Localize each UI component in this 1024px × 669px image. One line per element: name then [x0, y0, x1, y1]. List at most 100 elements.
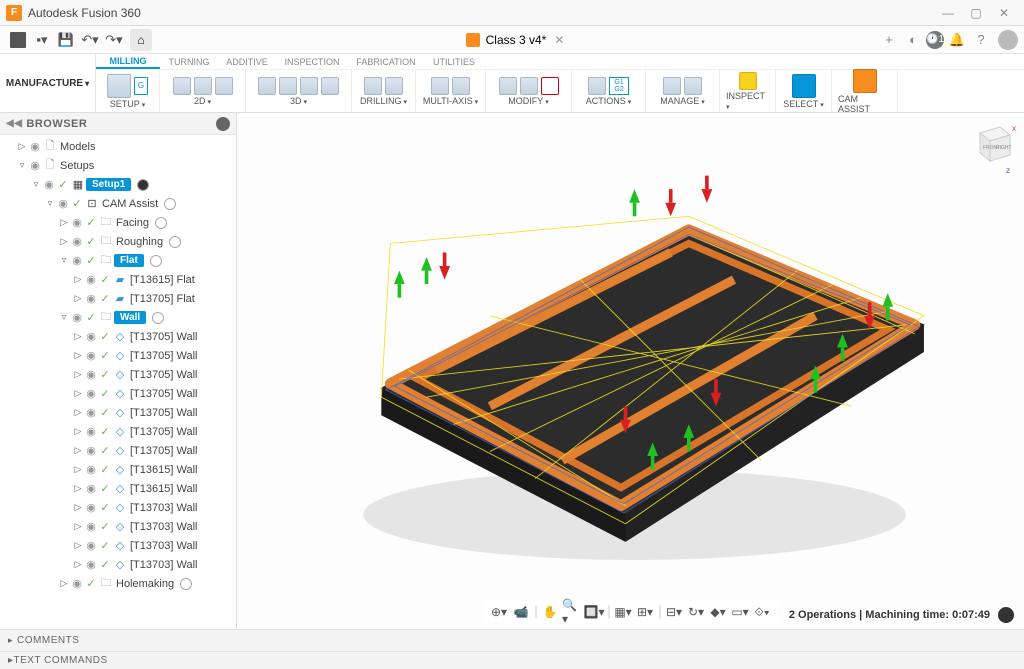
workspace-switcher[interactable]: MANUFACTURE [0, 54, 96, 112]
group-setup[interactable]: G SETUP [96, 70, 160, 112]
inspect-label: INSPECT [726, 91, 769, 111]
orbit-icon[interactable]: ⊕▾ [489, 603, 509, 621]
svg-text:z: z [1006, 166, 1010, 175]
tree-wall-op[interactable]: ▷◉✓◇[T13705] Wall [0, 346, 236, 365]
group-select[interactable]: SELECT [776, 70, 832, 112]
tab-milling[interactable]: MILLING [96, 54, 160, 69]
quick-access-toolbar: ▪▾ 💾 ↶▾ ↷▾ ⌂ Class 3 v4* ✕ + ◐ 🕐1 🔔 ? [0, 26, 1024, 54]
setup-label: SETUP [110, 99, 145, 109]
tree-flat-op[interactable]: ▷◉✓▰[T13615] Flat [0, 270, 236, 289]
tree-holemaking[interactable]: ▷◉✓🗀Holemaking [0, 574, 236, 593]
save-button[interactable]: 💾 [54, 29, 78, 51]
3d-label: 3D [290, 96, 307, 106]
browser-settings-icon[interactable] [216, 117, 230, 131]
tab-inspection[interactable]: INSPECTION [276, 54, 348, 69]
tree-flat-op[interactable]: ▷◉✓▰[T13705] Flat [0, 289, 236, 308]
tree-wall-op[interactable]: ▷◉✓◇[T13705] Wall [0, 441, 236, 460]
fit-icon[interactable]: 🔲▾ [584, 603, 604, 621]
minimize-button[interactable]: — [934, 3, 962, 23]
lookAt-icon[interactable]: 📹 [511, 603, 531, 621]
tree-setups[interactable]: ▿◉🗋Setups [0, 156, 236, 175]
extensions-icon[interactable]: ◐ [902, 29, 924, 51]
tree-wall-op[interactable]: ▷◉✓◇[T13705] Wall [0, 384, 236, 403]
group-2d[interactable]: 2D [160, 70, 246, 112]
group-inspect[interactable]: INSPECT [720, 70, 776, 112]
undo-button[interactable]: ↶▾ [78, 29, 102, 51]
expand-icon[interactable]: ▸ [8, 635, 13, 646]
camassist-label: CAM ASSIST [838, 94, 891, 114]
tree-roughing[interactable]: ▷◉✓🗀Roughing [0, 232, 236, 251]
viewport-icon[interactable]: ⊟▾ [664, 603, 684, 621]
svg-text:x: x [1012, 124, 1016, 133]
notifications-icon[interactable]: 🔔 [946, 29, 968, 51]
tree-flat[interactable]: ▿◉✓🗀Flat [0, 251, 236, 270]
home-button[interactable]: ⌂ [130, 29, 152, 51]
clip-icon[interactable]: ▭▾ [730, 603, 750, 621]
group-modify[interactable]: MODIFY [486, 70, 572, 112]
tree-facing[interactable]: ▷◉✓🗀Facing [0, 213, 236, 232]
textcmd-label: TEXT COMMANDS [14, 655, 108, 666]
tree-setup1[interactable]: ▿◉✓▦Setup1 [0, 175, 236, 194]
new-tab-button[interactable]: + [878, 29, 900, 51]
file-menu[interactable]: ▪▾ [30, 29, 54, 51]
tree-wall-op[interactable]: ▷◉✓◇[T13703] Wall [0, 498, 236, 517]
viewcube[interactable]: FRONT RIGHT x z [970, 121, 1016, 167]
group-actions[interactable]: G1G2 ACTIONS [572, 70, 646, 112]
document-icon [466, 33, 480, 47]
document-tab[interactable]: Class 3 v4* ✕ [152, 33, 878, 47]
titlebar: F Autodesk Fusion 360 — ▢ ✕ [0, 0, 1024, 26]
extend-icon[interactable]: ⟐▾ [752, 603, 772, 621]
help-icon[interactable]: ? [970, 29, 992, 51]
tree-wall-op[interactable]: ▷◉✓◇[T13703] Wall [0, 555, 236, 574]
comments-label: COMMENTS [17, 635, 79, 646]
tree-wall-op[interactable]: ▷◉✓◇[T13705] Wall [0, 422, 236, 441]
tree-wall-op[interactable]: ▷◉✓◇[T13615] Wall [0, 479, 236, 498]
group-3d[interactable]: 3D [246, 70, 352, 112]
tab-fabrication[interactable]: FABRICATION [348, 54, 424, 69]
tree-models[interactable]: ▷◉🗋Models [0, 137, 236, 156]
browser-header[interactable]: ◀◀ BROWSER [0, 113, 236, 135]
select-label: SELECT [783, 99, 823, 109]
tree-wall-op[interactable]: ▷◉✓◇[T13705] Wall [0, 365, 236, 384]
browser-title: BROWSER [26, 118, 87, 130]
close-button[interactable]: ✕ [990, 3, 1018, 23]
viewport-canvas[interactable]: FRONT RIGHT x z ⊕▾ 📹 ✋ 🔍▾ 🔲▾ ▦▾ ⊞▾ ⊟▾ ↻▾… [237, 113, 1024, 629]
tab-utilities[interactable]: UTILITIES [424, 54, 484, 69]
actions-label: ACTIONS [586, 96, 631, 106]
job-status-icon[interactable]: 🕐1 [926, 31, 944, 49]
grid-icon[interactable]: ⊞▾ [635, 603, 655, 621]
multiaxis-label: MULTI-AXIS [423, 96, 478, 106]
refresh-icon[interactable]: ↻▾ [686, 603, 706, 621]
group-manage[interactable]: MANAGE [646, 70, 720, 112]
2d-label: 2D [194, 96, 211, 106]
comments-bar[interactable]: ▸ COMMENTS [0, 629, 1024, 651]
tree-camassist[interactable]: ▿◉✓⊡CAM Assist [0, 194, 236, 213]
tree-wall-op[interactable]: ▷◉✓◇[T13615] Wall [0, 460, 236, 479]
browser-collapse-icon[interactable]: ◀◀ [6, 118, 22, 129]
tree-wall-op[interactable]: ▷◉✓◇[T13703] Wall [0, 536, 236, 555]
tree-wall-op[interactable]: ▷◉✓◇[T13705] Wall [0, 403, 236, 422]
tab-turning[interactable]: TURNING [160, 54, 218, 69]
app-title: Autodesk Fusion 360 [28, 6, 141, 20]
modify-label: MODIFY [508, 96, 548, 106]
close-tab-icon[interactable]: ✕ [554, 33, 564, 47]
text-commands-bar[interactable]: ▸ TEXT COMMANDS [0, 651, 1024, 669]
group-drilling[interactable]: DRILLING [352, 70, 416, 112]
group-multiaxis[interactable]: MULTI-AXIS [416, 70, 486, 112]
group-camassist[interactable]: CAM ASSIST [832, 70, 898, 112]
app-grid-icon[interactable] [6, 29, 30, 51]
navigation-bar: ⊕▾ 📹 ✋ 🔍▾ 🔲▾ ▦▾ ⊞▾ ⊟▾ ↻▾ ◆▾ ▭▾ ⟐▾ [483, 601, 778, 623]
redo-button[interactable]: ↷▾ [102, 29, 126, 51]
maximize-button[interactable]: ▢ [962, 3, 990, 23]
status-text: 2 Operations | Machining time: 0:07:49 [789, 609, 990, 621]
pan-icon[interactable]: ✋ [540, 603, 560, 621]
user-avatar[interactable] [998, 30, 1018, 50]
status-icon[interactable] [998, 607, 1014, 623]
tab-additive[interactable]: ADDITIVE [218, 54, 276, 69]
tree-wall-op[interactable]: ▷◉✓◇[T13705] Wall [0, 327, 236, 346]
shade-icon[interactable]: ◆▾ [708, 603, 728, 621]
tree-wall[interactable]: ▿◉✓🗀Wall [0, 308, 236, 327]
display-icon[interactable]: ▦▾ [613, 603, 633, 621]
zoom-icon[interactable]: 🔍▾ [562, 603, 582, 621]
tree-wall-op[interactable]: ▷◉✓◇[T13703] Wall [0, 517, 236, 536]
